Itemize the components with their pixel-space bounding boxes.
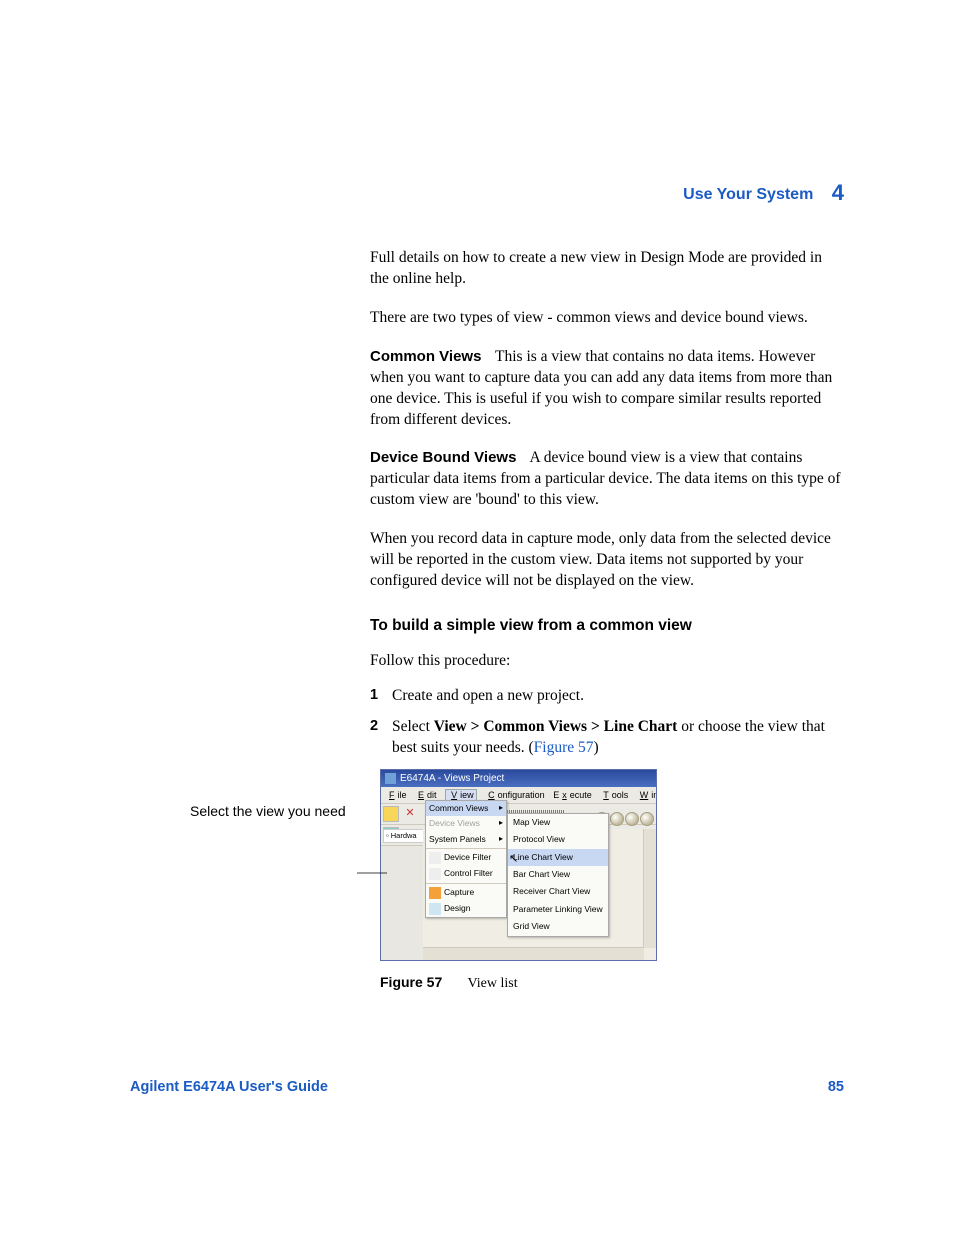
round-button[interactable] <box>625 812 639 826</box>
menu-item-capture[interactable]: Capture <box>426 885 506 901</box>
figure-title: View list <box>468 976 518 991</box>
round-button[interactable] <box>610 812 624 826</box>
tree-node[interactable]: ▫ Hardwa <box>383 829 425 843</box>
figure-caption: Figure 57 View list <box>380 973 844 994</box>
page: Use Your System 4 Full details on how to… <box>0 0 954 1235</box>
footer-guide-title: Agilent E6474A User's Guide <box>130 1079 328 1095</box>
menu-item-common-views[interactable]: Common Views▸ <box>426 801 506 816</box>
scrollbar-vertical[interactable] <box>643 829 656 948</box>
cut-icon[interactable]: ✕ <box>403 807 417 821</box>
view-menu-dropdown: Common Views▸ Device Views▸ System Panel… <box>425 800 507 918</box>
tree-panel: ▫ Hardwa <box>383 829 425 849</box>
filter-icon <box>429 852 441 864</box>
sub-heading: To build a simple view from a common vie… <box>370 616 844 637</box>
step-text: Create and open a new project. <box>392 687 584 704</box>
scrollbar-horizontal[interactable] <box>423 947 644 960</box>
open-icon[interactable] <box>383 806 399 822</box>
menu-item-device-views[interactable]: Device Views▸ <box>426 816 506 831</box>
figure-number: Figure 57 <box>380 974 442 990</box>
menu-item-device-filter[interactable]: Device Filter <box>426 850 506 866</box>
menu-tools[interactable]: Tools <box>600 790 628 800</box>
figure-callout: Select the view you need <box>190 803 346 819</box>
menu-execute[interactable]: Execute <box>553 790 592 800</box>
paragraph: Follow this procedure: <box>370 651 844 672</box>
submenu-map-view[interactable]: Map View <box>508 814 608 831</box>
step-number: 2 <box>370 717 378 737</box>
screenshot-figure: E6474A - Views Project File Edit View Co… <box>380 769 657 961</box>
paragraph-common-views: Common Views This is a view that contain… <box>370 347 844 431</box>
paragraph: When you record data in capture mode, on… <box>370 529 844 592</box>
step-1: 1 Create and open a new project. <box>370 686 844 707</box>
step-number: 1 <box>370 686 378 706</box>
submenu-parameter-linking-view[interactable]: Parameter Linking View <box>508 901 608 918</box>
submenu-receiver-chart-view[interactable]: Receiver Chart View <box>508 883 608 900</box>
app-icon <box>385 773 396 784</box>
step-text: Select View > Common Views > Line Chart … <box>392 718 825 756</box>
submenu-bar-chart-view[interactable]: Bar Chart View <box>508 866 608 883</box>
runin-heading: Common Views <box>370 348 481 365</box>
menu-edit[interactable]: Edit <box>415 790 437 800</box>
round-button[interactable] <box>640 812 654 826</box>
menu-windows[interactable]: Windows <box>637 790 657 800</box>
submenu-protocol-view[interactable]: Protocol View <box>508 831 608 848</box>
common-views-submenu: Map View Protocol View Line Chart View B… <box>507 813 609 937</box>
paragraph-device-bound-views: Device Bound Views A device bound view i… <box>370 448 844 511</box>
page-footer: Agilent E6474A User's Guide 85 <box>130 1079 844 1095</box>
paragraph: There are two types of view - common vie… <box>370 308 844 329</box>
section-name: Use Your System <box>683 186 813 203</box>
menu-path: View > Common Views > Line Chart <box>434 718 678 735</box>
section-number: 4 <box>832 180 844 205</box>
figure-link[interactable]: Figure 57 <box>534 739 594 756</box>
menu-item-design[interactable]: Design <box>426 901 506 917</box>
menu-configuration[interactable]: Configuration <box>485 790 545 800</box>
menubar: File Edit View Configuration Execute Too… <box>381 787 656 804</box>
menu-item-system-panels[interactable]: System Panels▸ <box>426 832 506 847</box>
capture-icon <box>429 887 441 899</box>
menu-file[interactable]: File <box>386 790 407 800</box>
body-text: Full details on how to create a new view… <box>370 248 844 993</box>
window-title: E6474A - Views Project <box>400 772 504 786</box>
runin-heading: Device Bound Views <box>370 449 516 466</box>
design-icon <box>429 903 441 915</box>
submenu-line-chart-view[interactable]: Line Chart View <box>508 849 608 866</box>
footer-page-number: 85 <box>828 1079 844 1095</box>
window-titlebar: E6474A - Views Project <box>381 770 656 788</box>
paragraph: Full details on how to create a new view… <box>370 248 844 290</box>
figure-block: E6474A - Views Project File Edit View Co… <box>370 769 844 994</box>
filter-icon <box>429 868 441 880</box>
page-header: Use Your System 4 <box>683 180 844 206</box>
menu-item-control-filter[interactable]: Control Filter <box>426 866 506 882</box>
step-2: 2 Select View > Common Views > Line Char… <box>370 717 844 759</box>
submenu-grid-view[interactable]: Grid View <box>508 918 608 935</box>
